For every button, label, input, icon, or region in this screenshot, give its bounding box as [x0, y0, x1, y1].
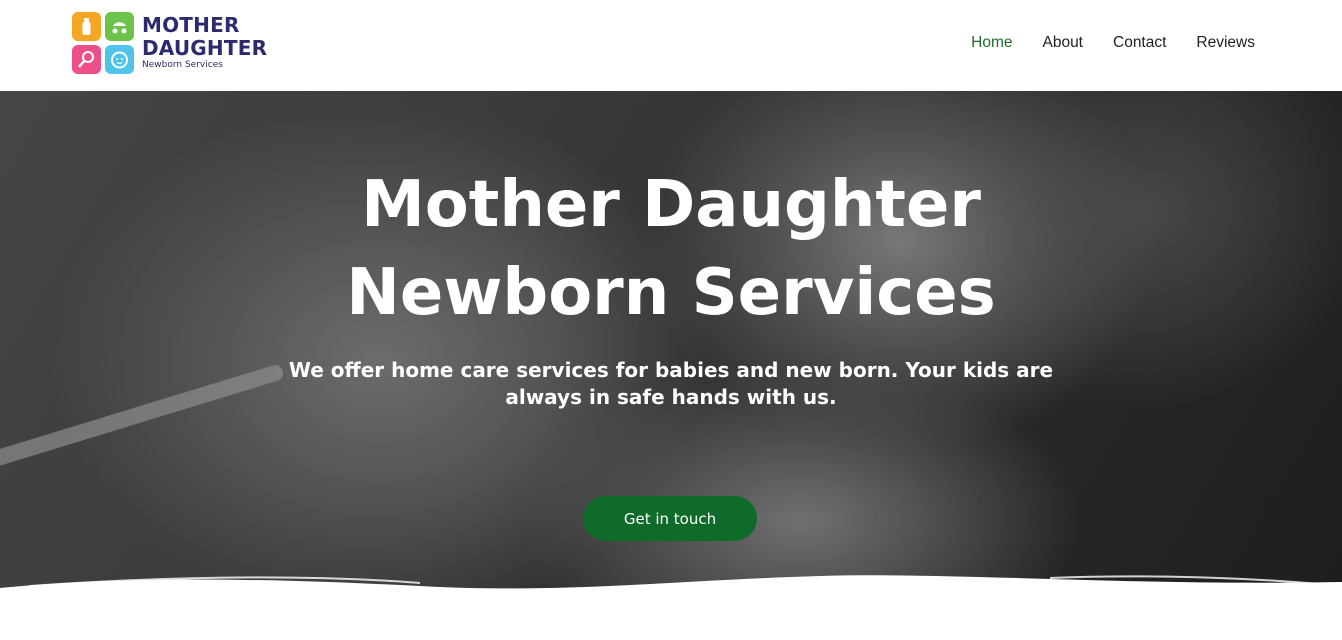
logo-wordmark-line1: MOTHER — [142, 13, 240, 37]
hero-title-line1: Mother Daughter — [361, 168, 981, 242]
hero-title-line2: Newborn Services — [346, 256, 996, 330]
bottle-icon — [72, 12, 101, 41]
nav-link-contact[interactable]: Contact — [1113, 34, 1166, 52]
get-in-touch-button[interactable]: Get in touch — [583, 496, 757, 541]
brand-logo[interactable]: MOTHER DAUGHTER Newborn Services — [72, 12, 267, 74]
hero-description: We offer home care services for babies a… — [288, 358, 1054, 409]
nav-link-reviews[interactable]: Reviews — [1196, 34, 1255, 52]
nav-link-home[interactable]: Home — [971, 34, 1012, 52]
rattle-icon — [72, 45, 101, 74]
stroller-icon — [105, 12, 134, 41]
nav-link-about[interactable]: About — [1042, 34, 1083, 52]
logo-wordmark-line2: DAUGHTER — [142, 36, 268, 60]
logo-tagline: Newborn Services — [142, 60, 223, 70]
logo-tiles — [72, 12, 134, 74]
main-nav: Home About Contact Reviews — [971, 34, 1255, 52]
wave-divider — [0, 575, 1342, 640]
hero-section: Mother Daughter Newborn Services We offe… — [0, 91, 1342, 640]
site-header: MOTHER DAUGHTER Newborn Services Home Ab… — [0, 0, 1342, 91]
baby-face-icon — [105, 45, 134, 74]
